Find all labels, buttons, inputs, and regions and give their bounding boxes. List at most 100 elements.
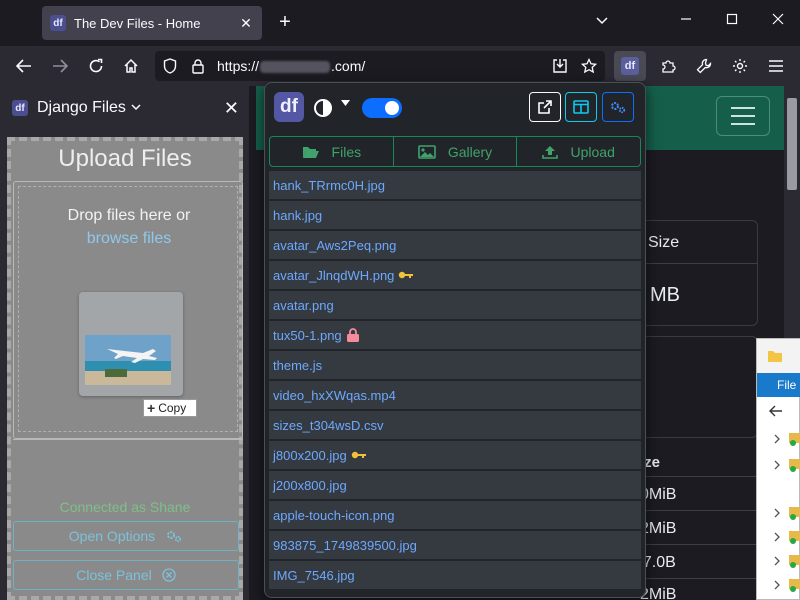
hamburger-menu-icon[interactable] xyxy=(764,54,788,78)
table-divider xyxy=(626,544,776,545)
django-files-extension-button[interactable]: df xyxy=(614,51,646,81)
settings-gear-icon[interactable] xyxy=(728,54,752,78)
options-button[interactable] xyxy=(602,92,634,122)
back-arrow-icon[interactable] xyxy=(12,54,36,78)
file-list-item[interactable]: j800x200.jpg xyxy=(269,441,641,469)
upload-title: Upload Files xyxy=(58,145,192,172)
drop-zone-inner: Drop files here or browse files + Copy xyxy=(18,186,238,432)
browser-navbar: https:// .com/ df xyxy=(0,46,800,86)
browser-tab[interactable]: df The Dev Files - Home ✕ xyxy=(42,6,262,40)
file-name-link[interactable]: theme.js xyxy=(273,358,322,373)
scrollbar-thumb[interactable] xyxy=(787,98,797,190)
copy-tooltip-label: Copy xyxy=(158,401,187,415)
gears-icon xyxy=(167,531,182,543)
drop-zone[interactable]: Drop files here or browse files + Copy xyxy=(13,181,243,439)
file-list-item[interactable]: tux50-1.png xyxy=(269,321,641,349)
navbar-toggler-button[interactable] xyxy=(716,96,770,136)
folder-open-icon xyxy=(302,146,319,158)
file-list-item[interactable]: avatar.png xyxy=(269,291,641,319)
sidebar-splitter[interactable] xyxy=(249,86,256,600)
extension-popup: df Files Gallery Upload hank_TRrmc0H.jpg… xyxy=(264,82,646,598)
drop-files-text: Drop files here or xyxy=(67,207,191,224)
size-value: MB xyxy=(650,284,680,306)
bookmark-star-icon[interactable] xyxy=(580,57,598,75)
file-name-link[interactable]: sizes_t304wsD.csv xyxy=(273,418,384,433)
table-divider xyxy=(626,510,776,511)
redacted-domain xyxy=(260,61,331,74)
file-name-link[interactable]: j200x800.jpg xyxy=(273,478,347,493)
table-divider xyxy=(626,578,776,579)
explorer-file-menu[interactable]: File xyxy=(757,373,800,397)
minimize-button[interactable] xyxy=(676,12,696,28)
popup-tab-bar: Files Gallery Upload xyxy=(269,136,641,167)
shield-icon[interactable] xyxy=(161,57,179,75)
url-scheme: https:// xyxy=(217,58,260,74)
tab-list-chevron-icon[interactable] xyxy=(592,12,612,28)
sidebar-header[interactable]: df Django Files xyxy=(0,86,249,130)
file-name-link[interactable]: hank.jpg xyxy=(273,208,322,223)
file-list-item[interactable]: hank.jpg xyxy=(269,201,641,229)
file-name-link[interactable]: avatar_Aws2Peq.png xyxy=(273,238,396,253)
file-name-link[interactable]: video_hxXWqas.mp4 xyxy=(273,388,396,403)
django-files-sidebar: df Django Files ✕ Upload Files Drop file… xyxy=(0,86,249,600)
sidebar-close-icon[interactable]: ✕ xyxy=(224,98,239,119)
file-list-item[interactable]: avatar_JlnqdWH.png xyxy=(269,261,641,289)
file-list-item[interactable]: 983875_1749839500.jpg xyxy=(269,531,641,559)
file-name-link[interactable]: j800x200.jpg xyxy=(273,448,347,463)
browse-files-link[interactable]: browse files xyxy=(19,230,239,248)
file-list-item[interactable]: theme.js xyxy=(269,351,641,379)
save-to-pocket-icon[interactable] xyxy=(551,57,569,75)
extensions-puzzle-icon[interactable] xyxy=(657,54,681,78)
wrench-icon[interactable] xyxy=(692,54,716,78)
file-list-item[interactable]: j200x800.jpg xyxy=(269,471,641,499)
reload-icon[interactable] xyxy=(84,54,108,78)
df-logo-icon[interactable]: df xyxy=(274,92,304,122)
file-list-item[interactable]: avatar_Aws2Peq.png xyxy=(269,231,641,259)
gears-icon xyxy=(611,102,626,114)
open-options-button[interactable]: Open Options xyxy=(13,521,239,551)
theme-contrast-icon[interactable] xyxy=(313,98,333,118)
lock-icon xyxy=(346,328,359,342)
copy-tooltip: + Copy xyxy=(143,399,197,417)
url-tld: .com/ xyxy=(331,58,366,74)
file-name-link[interactable]: avatar_JlnqdWH.png xyxy=(273,268,394,283)
close-panel-button[interactable]: Close Panel xyxy=(13,560,239,590)
tab-title: The Dev Files - Home xyxy=(74,15,201,31)
theme-dropdown-caret-icon[interactable] xyxy=(341,100,350,106)
file-list-item[interactable]: hank_TRrmc0H.jpg xyxy=(269,171,641,199)
tab-close-icon[interactable]: ✕ xyxy=(238,15,254,32)
file-name-link[interactable]: tux50-1.png xyxy=(273,328,342,343)
lock-icon[interactable] xyxy=(189,57,207,75)
maximize-button[interactable] xyxy=(722,12,742,28)
file-name-link[interactable]: apple-touch-icon.png xyxy=(273,508,394,523)
tab-gallery[interactable]: Gallery xyxy=(394,137,518,166)
back-arrow-icon[interactable] xyxy=(769,405,783,417)
file-name-link[interactable]: hank_TRrmc0H.jpg xyxy=(273,178,385,193)
open-options-label: Open Options xyxy=(68,528,156,544)
explorer-titlebar xyxy=(757,339,800,373)
new-tab-button[interactable]: + xyxy=(276,12,294,34)
tab-files[interactable]: Files xyxy=(270,137,394,166)
forward-arrow-icon[interactable] xyxy=(48,54,72,78)
open-sidebar-button[interactable] xyxy=(565,92,597,122)
tab-upload[interactable]: Upload xyxy=(517,137,640,166)
file-list-item[interactable]: apple-touch-icon.png xyxy=(269,501,641,529)
file-name-link[interactable]: avatar.png xyxy=(273,298,334,313)
file-list-item[interactable]: video_hxXWqas.mp4 xyxy=(269,381,641,409)
key-icon xyxy=(399,271,414,279)
close-window-button[interactable] xyxy=(768,12,788,28)
toggle-switch[interactable] xyxy=(362,98,402,118)
plus-icon: + xyxy=(147,400,156,416)
url-bar[interactable]: https:// .com/ xyxy=(155,51,605,81)
file-list-item[interactable]: sizes_t304wsD.csv xyxy=(269,411,641,439)
open-external-button[interactable] xyxy=(529,92,561,122)
file-list: hank_TRrmc0H.jpg hank.jpg avatar_Aws2Peq.p… xyxy=(269,171,641,591)
chevron-down-icon[interactable] xyxy=(131,102,141,114)
file-name-link[interactable]: IMG_7546.jpg xyxy=(273,568,355,583)
site-favicon-icon: df xyxy=(50,15,66,31)
file-list-item[interactable]: IMG_7546.jpg xyxy=(269,561,641,589)
file-name-link[interactable]: 983875_1749839500.jpg xyxy=(273,538,417,553)
home-icon[interactable] xyxy=(119,54,143,78)
connected-status-text: Connected as Shane xyxy=(59,499,191,515)
browser-tab-strip: df The Dev Files - Home ✕ + xyxy=(0,0,800,46)
